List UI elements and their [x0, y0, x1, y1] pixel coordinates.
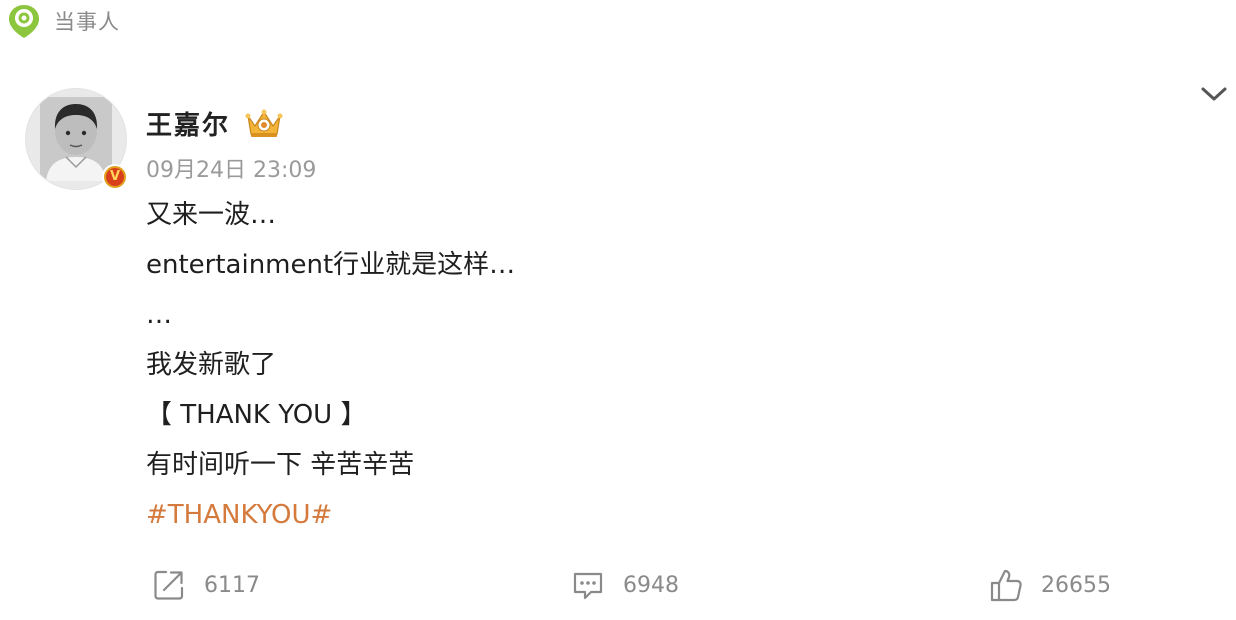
post-content: 又来一波… entertainment行业就是这样… … 我发新歌了 【 THA…: [146, 190, 1146, 540]
thumbs-up-icon: [990, 569, 1022, 602]
content-line: 【 THANK YOU 】: [146, 400, 367, 430]
verified-badge-label: V: [106, 168, 124, 186]
weibo-post-card: 当事人 V 王嘉尔 09月24日 23:09 又来一波… entertainme…: [0, 0, 1236, 620]
author-row: 王嘉尔: [146, 103, 284, 143]
content-line: 又来一波…: [146, 200, 277, 230]
comment-icon: [573, 572, 603, 600]
verified-badge: V: [102, 164, 128, 190]
author-name[interactable]: 王嘉尔: [146, 105, 230, 142]
content-line: …: [146, 300, 172, 330]
source-tag[interactable]: 当事人: [6, 2, 120, 40]
action-bar: 6117 6948 26655: [0, 560, 1236, 610]
comment-button[interactable]: 6948: [571, 560, 679, 610]
content-line: 我发新歌了: [146, 350, 277, 380]
repost-icon: [154, 570, 184, 600]
post-timestamp: 09月24日 23:09: [146, 158, 317, 183]
hashtag-link[interactable]: #THANKYOU#: [146, 490, 1146, 540]
author-avatar[interactable]: V: [25, 88, 128, 190]
content-line: entertainment行业就是这样…: [146, 250, 516, 280]
location-pin-icon: [9, 5, 39, 38]
like-count: 26655: [1041, 572, 1111, 598]
comment-count: 6948: [623, 572, 679, 598]
crown-icon[interactable]: [244, 106, 284, 140]
repost-count: 6117: [204, 572, 260, 598]
chevron-down-icon[interactable]: [1200, 83, 1228, 105]
repost-button[interactable]: 6117: [152, 560, 260, 610]
like-button[interactable]: 26655: [989, 560, 1111, 610]
source-tag-label: 当事人: [54, 10, 120, 34]
content-line: 有时间听一下 辛苦辛苦: [146, 450, 415, 480]
